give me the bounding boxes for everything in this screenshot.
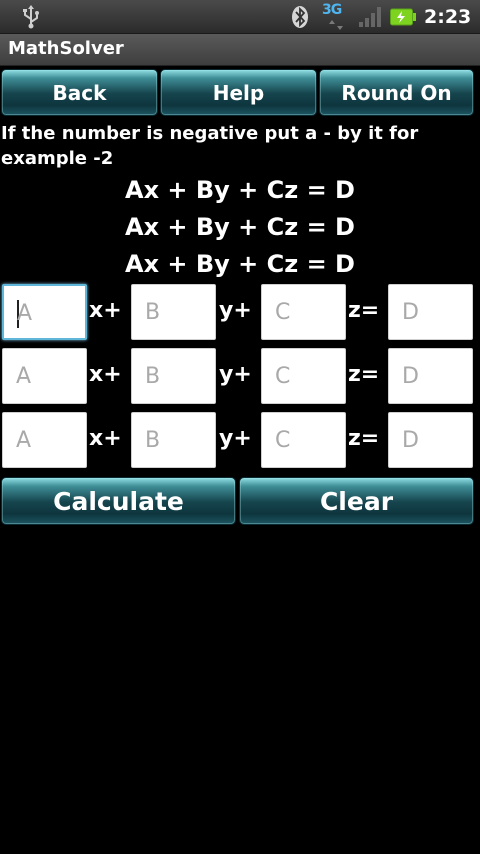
status-time: 2:23 [424, 6, 472, 28]
coefficient-a-input-row1[interactable]: A [2, 284, 87, 340]
usb-icon [23, 5, 39, 29]
clear-button[interactable]: Clear [239, 477, 474, 525]
3g-icon: 3G [322, 2, 352, 32]
coefficient-c-input-row2[interactable]: C [261, 348, 346, 404]
equation-template-3: Ax + By + Cz = D [125, 250, 355, 278]
operator-x-plus: x+ [89, 298, 122, 323]
battery-charging-icon [390, 8, 416, 26]
coefficient-c-input-row1[interactable]: C [261, 284, 346, 340]
coefficient-a-input-row3[interactable]: A [2, 412, 87, 468]
operator-x-plus: x+ [89, 362, 122, 387]
equation-template-2: Ax + By + Cz = D [125, 213, 355, 241]
equation-template-1: Ax + By + Cz = D [125, 176, 355, 204]
operator-y-plus: y+ [219, 362, 252, 387]
placeholder-a: A [17, 301, 33, 326]
status-bar: 3G 2:23 [0, 0, 480, 34]
constant-d-input-row2[interactable]: D [388, 348, 473, 404]
coefficient-c-input-row3[interactable]: C [261, 412, 346, 468]
operator-z-equals: z= [348, 362, 380, 387]
coefficient-a-input-row2[interactable]: A [2, 348, 87, 404]
constant-d-input-row1[interactable]: D [388, 284, 473, 340]
operator-x-plus: x+ [89, 426, 122, 451]
constant-d-input-row3[interactable]: D [388, 412, 473, 468]
bluetooth-icon [292, 6, 308, 28]
calculate-button[interactable]: Calculate [1, 477, 236, 525]
coefficient-b-input-row2[interactable]: B [131, 348, 216, 404]
coefficient-b-input-row3[interactable]: B [131, 412, 216, 468]
network-label: 3G [322, 2, 342, 18]
operator-z-equals: z= [348, 426, 380, 451]
operator-z-equals: z= [348, 298, 380, 323]
app-title: MathSolver [8, 38, 124, 59]
coefficient-b-input-row1[interactable]: B [131, 284, 216, 340]
data-arrows-icon [329, 20, 343, 30]
help-button[interactable]: Help [160, 69, 317, 116]
back-button[interactable]: Back [1, 69, 158, 116]
operator-y-plus: y+ [219, 298, 252, 323]
app-title-bar: MathSolver [0, 34, 480, 66]
signal-icon [359, 7, 381, 27]
instruction-text: If the number is negative put a - by it … [1, 123, 419, 169]
round-toggle-button[interactable]: Round On [319, 69, 474, 116]
operator-y-plus: y+ [219, 426, 252, 451]
